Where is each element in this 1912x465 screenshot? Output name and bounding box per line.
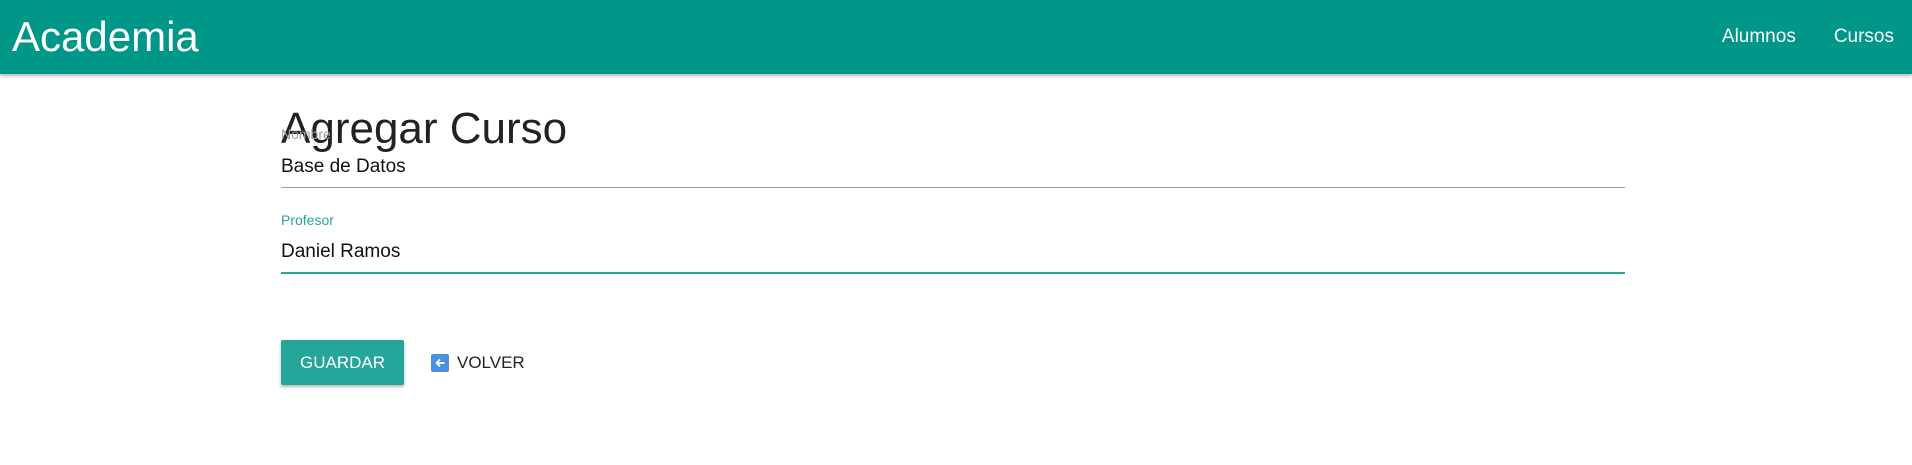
top-navbar: Academia Alumnos Cursos <box>0 0 1912 74</box>
profesor-input[interactable] <box>281 232 1625 274</box>
nav-link-cursos[interactable]: Cursos <box>1834 26 1894 48</box>
back-button-label: VOLVER <box>457 352 525 372</box>
nombre-label: Nombre <box>281 126 331 142</box>
brand-logo[interactable]: Academia <box>12 14 199 60</box>
nav-link-alumnos[interactable]: Alumnos <box>1722 26 1796 48</box>
profesor-label: Profesor <box>281 212 334 228</box>
nav-links: Alumnos Cursos <box>1684 0 1894 74</box>
nombre-input[interactable] <box>281 146 1625 188</box>
arrow-left-icon <box>431 353 449 372</box>
save-button[interactable]: GUARDAR <box>281 340 404 385</box>
back-button[interactable]: VOLVER <box>431 340 525 385</box>
